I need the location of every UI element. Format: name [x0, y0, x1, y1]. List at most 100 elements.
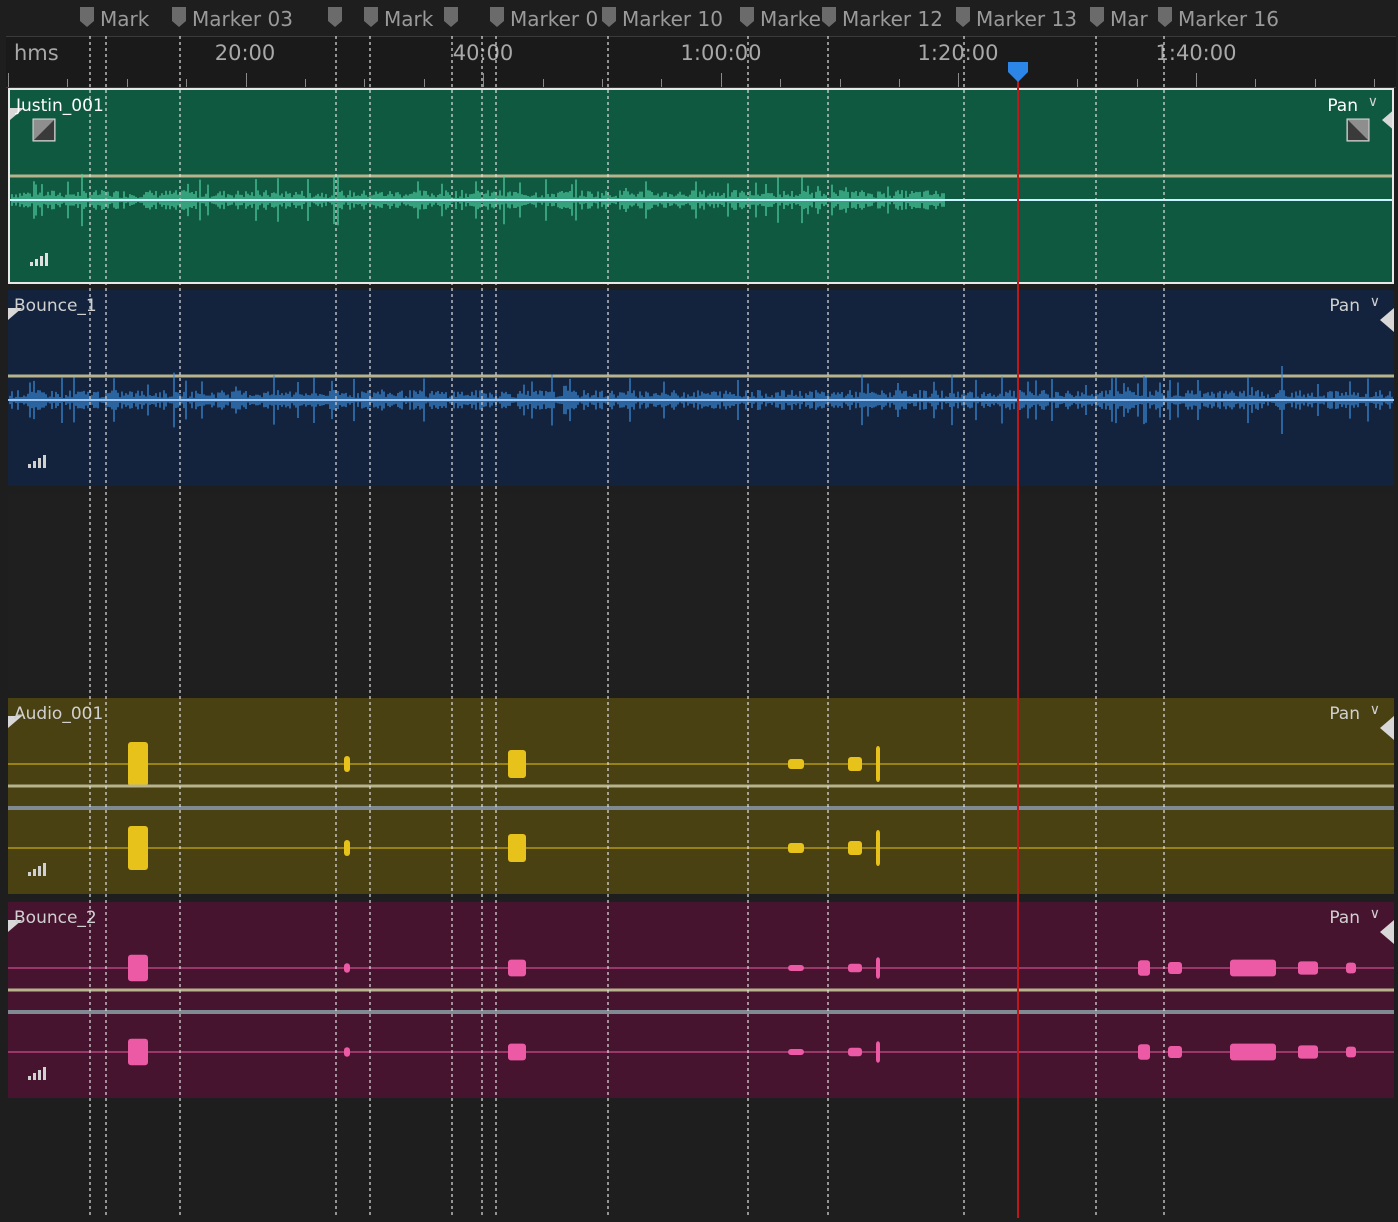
marker-flag-icon: [172, 7, 186, 27]
waveform: [8, 290, 1394, 486]
marker-flag-icon: [80, 7, 94, 27]
ruler-label: 1:40:00: [1155, 41, 1237, 65]
marker[interactable]: Marker 0: [490, 4, 600, 34]
waveform-burst: [344, 840, 350, 856]
marker[interactable]: Marker 03: [172, 4, 322, 34]
fade-in-handle-icon[interactable]: [32, 118, 56, 142]
marker-flag-icon: [956, 7, 970, 27]
marker[interactable]: Mark: [80, 4, 172, 34]
waveform-burst: [876, 830, 880, 866]
waveform-burst: [848, 757, 862, 771]
pan-label: Pan: [1329, 908, 1360, 928]
marker-flag-icon: [1158, 7, 1172, 27]
waveform-burst: [1298, 961, 1318, 975]
volume-meter-icon: [28, 863, 46, 876]
waveform-burst: [1346, 1046, 1356, 1058]
ruler-tick: [1196, 73, 1197, 87]
marker-label: Marker 13: [976, 7, 1077, 31]
marker-bar: Mark Marker 03 Mark Marker 0 Marker 10 M…: [0, 0, 1398, 36]
clip-name: Bounce_2: [14, 908, 97, 928]
track-clip-justin-001[interactable]: Justin_001 Pan ∨: [8, 88, 1394, 284]
channel-divider: [8, 1010, 1394, 1014]
time-ruler[interactable]: hms 20:00 40:00 1:00:00 1:20:00 1:40:00: [6, 36, 1396, 88]
waveform-burst: [876, 1041, 880, 1063]
clip-background: [8, 290, 1394, 486]
marker-label: Marker 0: [510, 7, 599, 31]
tracks-panel: Justin_001 Pan ∨ Bounce_1 Pan ∨ Audio_00…: [0, 86, 1398, 1222]
waveform-burst: [344, 963, 350, 973]
marker[interactable]: Marker 16: [1158, 4, 1308, 34]
waveform-burst: [344, 1047, 350, 1057]
marker-flag-icon: [364, 7, 378, 27]
clip-name: Bounce_1: [14, 296, 97, 316]
clip-background: [8, 698, 1394, 894]
ruler-tick: [245, 73, 247, 87]
clip-name: Justin_001: [16, 96, 104, 116]
waveform-burst: [128, 742, 148, 786]
marker-label: Marker 12: [842, 7, 943, 31]
waveform-burst: [1138, 960, 1150, 976]
marker[interactable]: Marker 10: [602, 4, 736, 34]
channel-divider: [8, 806, 1394, 810]
volume-meter-icon: [28, 1067, 46, 1080]
chevron-down-icon[interactable]: ∨: [1370, 906, 1380, 922]
marker-flag-icon: [740, 7, 754, 27]
waveform-burst: [1230, 959, 1276, 977]
waveform-burst: [508, 834, 526, 862]
marker-flag-icon: [490, 7, 504, 27]
marker[interactable]: Mar: [1090, 4, 1158, 34]
ruler-tick: [8, 73, 9, 87]
pan-label: Pan: [1329, 704, 1360, 724]
fade-out-handle-icon[interactable]: [1346, 118, 1370, 142]
waveform-burst: [788, 759, 804, 769]
time-format-label: hms: [14, 41, 59, 65]
waveform-burst: [508, 959, 526, 977]
waveform-burst: [848, 1047, 862, 1057]
marker[interactable]: [328, 4, 358, 34]
ruler-label: 1:20:00: [917, 41, 999, 65]
clip-background: [10, 90, 1392, 282]
track-clip-bounce-2[interactable]: Bounce_2 Pan ∨: [8, 902, 1394, 1098]
marker[interactable]: Marker 13: [956, 4, 1086, 34]
track-clip-audio-001[interactable]: Audio_001 Pan ∨: [8, 698, 1394, 894]
volume-meter-icon: [28, 455, 46, 468]
pan-label: Pan: [1329, 296, 1360, 316]
waveform-burst: [876, 746, 880, 782]
waveform: [8, 698, 1394, 894]
marker-label: Marker 16: [1178, 7, 1279, 31]
marker-label: Marker 03: [192, 7, 293, 31]
waveform-burst: [128, 954, 148, 982]
chevron-down-icon[interactable]: ∨: [1370, 702, 1380, 718]
waveform-burst: [508, 1043, 526, 1061]
waveform: [8, 902, 1394, 1098]
ruler-tick: [720, 73, 722, 87]
waveform-burst: [848, 841, 862, 855]
marker[interactable]: Marker 12: [822, 4, 954, 34]
marker[interactable]: Mark: [364, 4, 442, 34]
waveform-burst: [128, 826, 148, 870]
ruler-tick: [958, 73, 960, 87]
marker-flag-icon: [328, 7, 342, 27]
ruler-label: 40:00: [452, 41, 514, 65]
chevron-down-icon[interactable]: ∨: [1370, 294, 1380, 310]
waveform-burst: [1230, 1043, 1276, 1061]
waveform-burst: [788, 843, 804, 853]
marker-flag-icon: [822, 7, 836, 27]
marker[interactable]: [444, 4, 474, 34]
volume-meter-icon: [30, 253, 48, 266]
track-clip-bounce-1[interactable]: Bounce_1 Pan ∨: [8, 290, 1394, 486]
marker-label: Marker 10: [622, 7, 723, 31]
marker-label: Marke: [760, 7, 821, 31]
marker[interactable]: Marke: [740, 4, 822, 34]
waveform-burst: [1168, 1046, 1182, 1058]
empty-track-area[interactable]: [8, 494, 1394, 690]
waveform-burst: [1168, 962, 1182, 974]
waveform-burst: [1298, 1045, 1318, 1059]
chevron-down-icon[interactable]: ∨: [1368, 94, 1378, 110]
waveform-burst: [1346, 962, 1356, 974]
ruler-label: 1:00:00: [680, 41, 762, 65]
clip-name: Audio_001: [14, 704, 104, 724]
marker-flag-icon: [602, 7, 616, 27]
marker-flag-icon: [1090, 7, 1104, 27]
marker-flag-icon: [444, 7, 458, 27]
